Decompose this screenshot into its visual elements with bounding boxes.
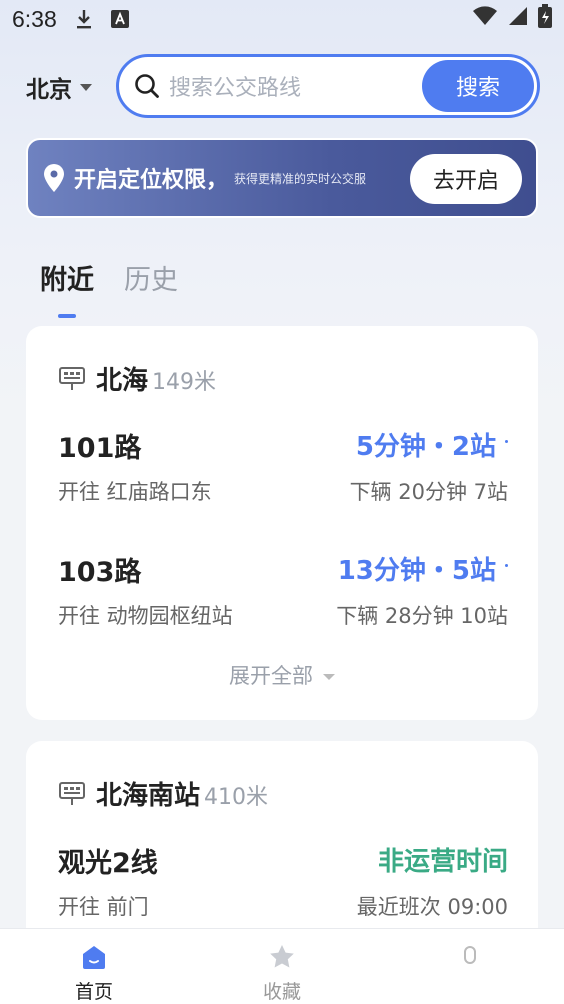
- route-direction: 开往 红庙路口东: [58, 480, 212, 504]
- bottom-nav: 首页 收藏: [0, 928, 564, 1004]
- battery-icon: [538, 4, 552, 34]
- route-name: 103路: [58, 557, 142, 588]
- bus-stop-icon: [59, 366, 85, 390]
- tab-indicator: [58, 314, 76, 318]
- route-row[interactable]: 观光2线 开往 前门 非运营时间 最近班次 09:00: [58, 841, 508, 921]
- live-signal-icon: [505, 564, 508, 567]
- route-name: 101路: [58, 433, 142, 464]
- bus-stop-icon: [59, 781, 85, 805]
- app-a-icon: [110, 10, 129, 28]
- nav-label: 收藏: [262, 981, 301, 1003]
- wifi-icon: [472, 6, 498, 32]
- banner-subtitle: 获得更精准的实时公交服: [234, 171, 367, 186]
- route-next-bus: 最近班次 09:00: [356, 895, 508, 919]
- star-icon: [270, 945, 294, 968]
- home-icon: [83, 946, 105, 969]
- tab-history[interactable]: 历史: [124, 258, 178, 322]
- search-icon: [135, 74, 159, 98]
- stop-distance: 149米: [152, 370, 217, 395]
- enable-location-button[interactable]: 去开启: [410, 154, 522, 204]
- tab-bar: 附近 历史: [40, 258, 208, 322]
- chevron-down-icon: [323, 674, 335, 680]
- tab-nearby[interactable]: 附近: [40, 258, 94, 322]
- nav-home[interactable]: 首页: [0, 929, 188, 1004]
- city-selector[interactable]: 北京: [26, 70, 116, 104]
- nav-favorites[interactable]: 收藏: [188, 929, 376, 1004]
- search-input[interactable]: 搜索公交路线 搜索: [116, 54, 540, 118]
- location-permission-banner[interactable]: 开启定位权限， 获得更精准的实时公交服 去开启: [26, 138, 538, 218]
- route-status: 非运营时间: [377, 847, 508, 877]
- signal-icon: [508, 6, 528, 32]
- stop-name: 北海南站: [96, 781, 201, 811]
- route-direction: 开往 前门: [58, 895, 149, 919]
- search-button[interactable]: 搜索: [422, 60, 534, 112]
- nav-label: 首页: [74, 981, 113, 1003]
- route-direction: 开往 动物园枢纽站: [58, 604, 233, 628]
- route-name: 观光2线: [58, 848, 158, 879]
- search-row: 北京 搜索公交路线 搜索: [0, 52, 564, 122]
- stop-card[interactable]: 北海 149米 101路 开往 红庙路口东 5分钟・2站 下辆 20分钟 7站 …: [26, 326, 538, 720]
- route-eta: 5分钟・2站: [355, 432, 496, 462]
- expand-label: 展开全部: [229, 664, 313, 688]
- status-bar: 6:38: [0, 0, 564, 38]
- stop-name: 北海: [96, 366, 149, 396]
- expand-all-button[interactable]: 展开全部: [26, 660, 538, 690]
- route-next-bus: 下辆 20分钟 7站: [349, 480, 508, 504]
- status-time: 6:38: [12, 5, 57, 32]
- tab-label: 附近: [40, 265, 94, 296]
- status-icons: [472, 4, 552, 34]
- chevron-down-icon: [80, 83, 92, 91]
- profile-icon: [464, 946, 476, 964]
- screen: 6:38 北京 搜索公交路线 搜索 开启定位权限， 获得更精准的实时公交服 去开…: [0, 0, 564, 1004]
- location-pin-icon: [44, 164, 64, 192]
- banner-title: 开启定位权限，: [74, 168, 229, 193]
- stop-header: 北海南站 410米: [58, 775, 268, 812]
- download-icon: [75, 8, 93, 30]
- route-row[interactable]: 101路 开往 红庙路口东 5分钟・2站 下辆 20分钟 7站: [58, 426, 508, 506]
- city-label: 北京: [26, 77, 72, 103]
- stop-header: 北海 149米: [58, 360, 216, 397]
- nav-profile[interactable]: [376, 929, 564, 1004]
- route-row[interactable]: 103路 开往 动物园枢纽站 13分钟・5站 下辆 28分钟 10站: [58, 550, 508, 630]
- live-signal-icon: [505, 440, 508, 443]
- route-eta: 13分钟・5站: [337, 556, 496, 586]
- tab-label: 历史: [124, 265, 178, 296]
- route-next-bus: 下辆 28分钟 10站: [336, 604, 508, 628]
- stop-distance: 410米: [204, 785, 269, 810]
